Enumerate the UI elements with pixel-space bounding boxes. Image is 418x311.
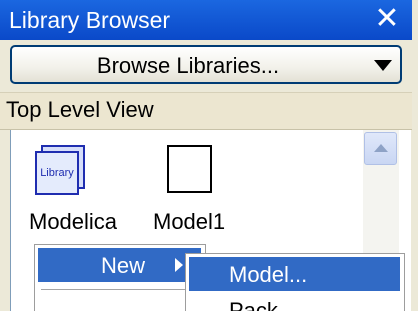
submenu-item-model-label: Model... (229, 262, 308, 287)
submenu-item-package[interactable]: Pack (189, 296, 400, 311)
window-title: Library Browser (9, 7, 171, 33)
context-menu: New (34, 244, 206, 311)
close-button[interactable]: ✕ (372, 2, 402, 36)
menu-separator (41, 289, 199, 290)
library-icon: Library (35, 145, 89, 199)
menu-item-new[interactable]: New (38, 248, 201, 282)
library-item-label: Modelica (29, 209, 118, 234)
view-header: Top Level View (0, 92, 412, 130)
browse-libraries-label: Browse Libraries... (96, 53, 280, 78)
browse-libraries-dropdown[interactable]: Browse Libraries... (10, 45, 402, 84)
title-bar: Library Browser ✕ (0, 0, 412, 40)
model-item-label: Model1 (153, 209, 226, 234)
view-header-label: Top Level View (6, 97, 154, 122)
new-submenu: Model... Pack (185, 253, 405, 311)
scroll-up-button[interactable] (364, 132, 397, 165)
submenu-arrow-icon (175, 258, 183, 272)
menu-item-new-label: New (101, 253, 146, 278)
submenu-item-model[interactable]: Model... (189, 257, 400, 291)
submenu-item-package-label: Pack (229, 298, 278, 311)
library-icon-text: Library (35, 151, 79, 195)
chevron-down-icon (374, 60, 392, 71)
library-browser-panel: Library Browser ✕ Browse Libraries... To… (0, 0, 418, 311)
model-icon (167, 145, 212, 193)
